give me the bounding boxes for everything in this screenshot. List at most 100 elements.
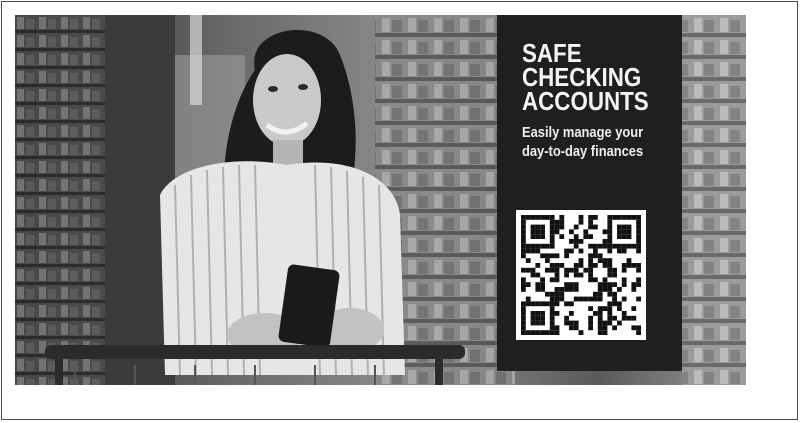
qr-module: [636, 219, 641, 225]
qr-module: [636, 325, 641, 331]
qr-module: [621, 243, 627, 249]
qr-module: [545, 258, 550, 263]
qr-module: [636, 277, 641, 283]
qr-module: [525, 243, 531, 249]
qr-module: [554, 287, 560, 292]
qr-module: [617, 224, 622, 230]
qr-module: [535, 263, 541, 268]
qr-module: [564, 315, 569, 321]
qr-module: [612, 272, 617, 278]
qr-module: [559, 234, 565, 239]
qr-module: [521, 267, 526, 273]
qr-module: [530, 243, 536, 249]
qr-module: [573, 287, 579, 292]
qr-module: [540, 282, 545, 287]
qr-module: [597, 258, 603, 263]
qr-module: [521, 282, 526, 287]
qr-module: [530, 224, 536, 230]
qr-module: [521, 215, 526, 220]
qr-module: [636, 215, 641, 220]
qr-module: [530, 272, 536, 278]
qr-module: [549, 330, 555, 335]
qr-module: [545, 253, 550, 259]
qr-module: [631, 243, 637, 249]
qr-module: [554, 263, 560, 268]
qr-module: [540, 253, 545, 259]
qr-module: [607, 224, 613, 230]
qr-module: [631, 282, 637, 287]
qr-code[interactable]: [516, 210, 646, 340]
qr-module: [573, 296, 579, 302]
qr-module: [530, 311, 536, 316]
qr-module: [573, 282, 579, 287]
qr-module: [593, 311, 598, 316]
qr-module: [530, 267, 536, 273]
qr-module: [631, 263, 637, 268]
qr-module: [540, 315, 545, 321]
qr-module: [535, 287, 541, 292]
qr-module: [569, 248, 574, 254]
qr-module: [530, 320, 536, 326]
qr-module: [530, 215, 536, 220]
qr-module: [588, 224, 593, 230]
qr-module: [545, 291, 550, 297]
qr-module: [525, 248, 531, 254]
qr-module: [631, 315, 637, 321]
qr-module: [621, 215, 627, 220]
qr-module: [636, 296, 641, 302]
qr-module: [540, 287, 545, 292]
qr-module: [607, 282, 613, 287]
qr-module: [602, 239, 608, 244]
qr-module: [540, 320, 545, 326]
qr-module: [617, 243, 622, 249]
qr-module: [549, 229, 555, 235]
qr-module: [607, 267, 613, 273]
qr-module: [617, 248, 622, 254]
qr-module: [602, 258, 608, 263]
qr-module: [521, 325, 526, 331]
qr-module: [569, 282, 574, 287]
qr-module: [573, 320, 579, 326]
qr-module: [626, 215, 632, 220]
qr-module: [621, 263, 627, 268]
qr-module: [573, 272, 579, 278]
qr-module: [607, 301, 613, 307]
qr-module: [602, 282, 608, 287]
qr-module: [626, 224, 632, 230]
qr-module: [597, 253, 603, 259]
qr-module: [597, 330, 603, 335]
qr-module: [612, 267, 617, 273]
qr-module: [569, 229, 574, 235]
qr-module: [597, 320, 603, 326]
qr-module: [521, 315, 526, 321]
qr-module: [521, 239, 526, 244]
qr-module: [612, 215, 617, 220]
qr-module: [521, 311, 526, 316]
qr-module: [621, 248, 627, 254]
qr-module: [549, 296, 555, 302]
qr-module: [573, 325, 579, 331]
qr-module: [621, 311, 627, 316]
qr-module: [607, 215, 613, 220]
qr-module: [612, 282, 617, 287]
qr-module: [607, 320, 613, 326]
qr-module: [593, 296, 598, 302]
qr-module: [631, 215, 637, 220]
qr-module: [617, 320, 622, 326]
qr-module: [631, 306, 637, 311]
qr-module: [612, 325, 617, 331]
qr-module: [525, 282, 531, 287]
qr-module: [549, 215, 555, 220]
qr-module: [569, 301, 574, 307]
qr-module: [607, 248, 613, 254]
qr-module: [602, 243, 608, 249]
qr-module: [593, 243, 598, 249]
qr-module: [607, 243, 613, 249]
qr-module: [521, 301, 526, 307]
qr-module: [607, 272, 613, 278]
qr-module: [636, 263, 641, 268]
qr-module: [607, 287, 613, 292]
page: SAFE CHECKING ACCOUNTS Easily manage you…: [0, 0, 801, 423]
qr-module: [602, 277, 608, 283]
qr-module: [554, 301, 560, 307]
